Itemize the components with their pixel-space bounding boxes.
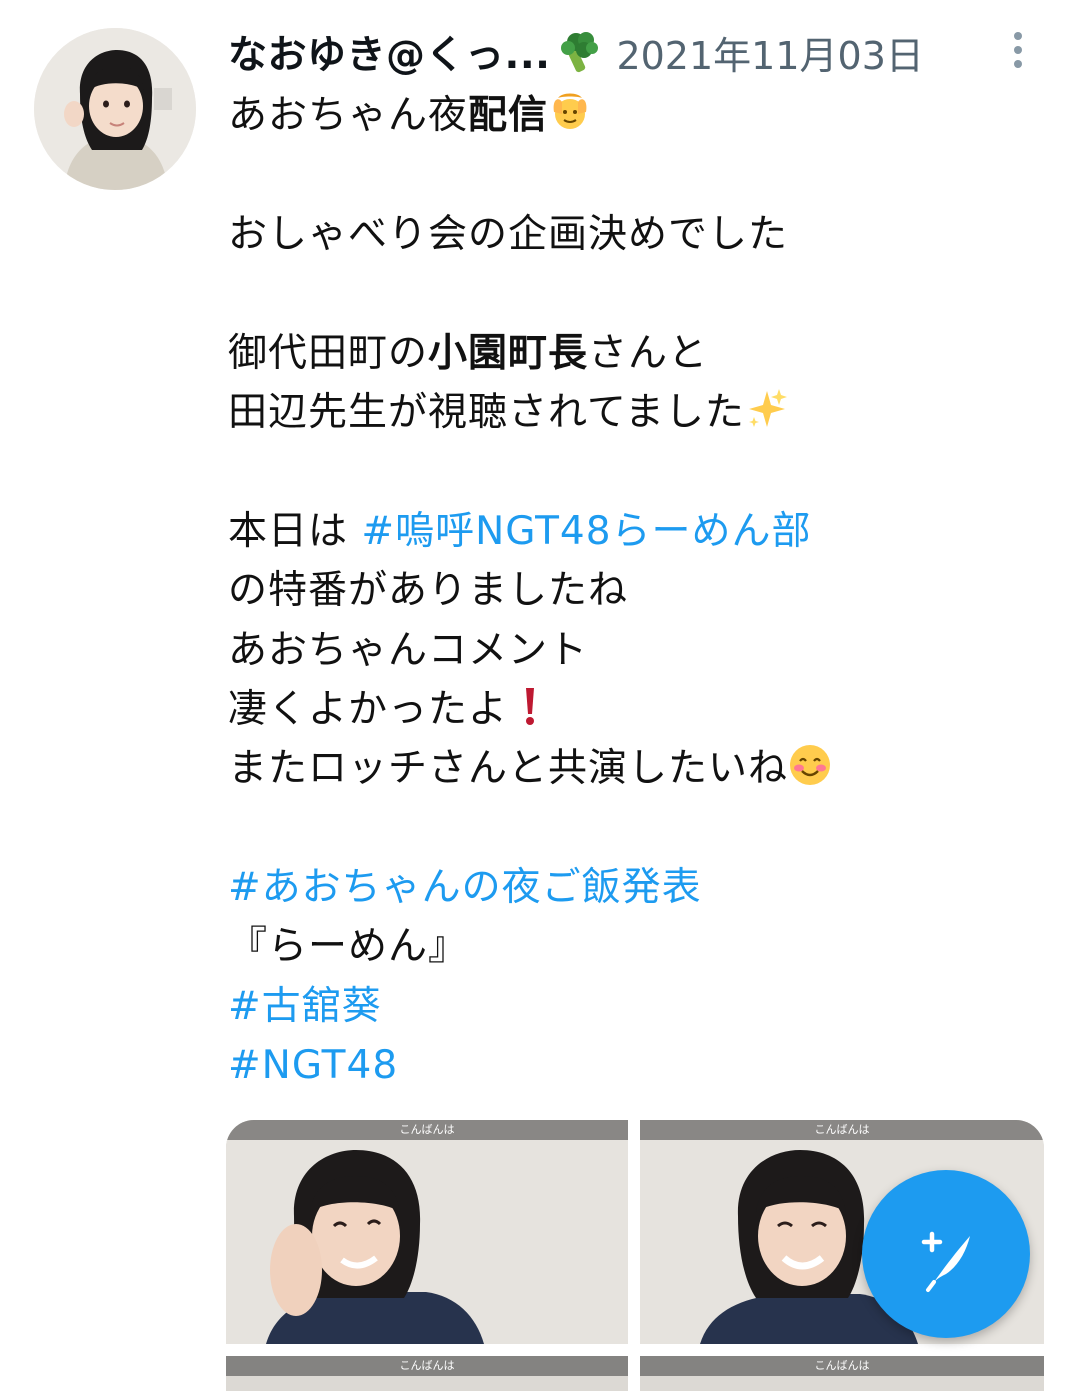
tweet-text-segment: 小園町長 [428, 330, 589, 376]
media-caption: こんばんは [640, 1120, 1044, 1140]
tweet-text: あおちゃん夜配信 おしゃべり会の企画決めでした 御代田町の小園町長さんと 田辺先生が視… [228, 86, 1028, 1096]
tweet-text-segment: またロッチさんと共演したいね [228, 746, 789, 792]
tweet-line: 『らーめん』 [228, 917, 1028, 976]
tweet-text-segment: 御代田町の [228, 330, 429, 376]
smiling-face-emoji-icon [788, 745, 832, 791]
author-name[interactable]: なおゆき@くっ... [228, 24, 550, 80]
tweet-line: またロッチさんと共演したいね [228, 739, 1028, 798]
tweet-line [228, 145, 1028, 204]
hashtag-link[interactable]: #古舘葵 [228, 984, 382, 1029]
tweet-text-segment: 本日は [228, 508, 362, 554]
compose-tweet-icon [921, 1231, 970, 1292]
tweet-text-segment: さんと [588, 330, 709, 376]
sparkles-emoji-icon [745, 388, 789, 435]
media-caption: こんばんは [640, 1356, 1044, 1376]
tweet-header: なおゆき@くっ... 2021年11月03日 [228, 24, 1018, 80]
tweet-line: おしゃべり会の企画決めでした [228, 205, 1028, 264]
avatar-photo [34, 28, 196, 190]
raising-hands-emoji-icon [548, 93, 592, 138]
avatar[interactable] [34, 28, 196, 190]
media-caption: こんばんは [226, 1120, 628, 1140]
media-photo[interactable]: こんばんは [226, 1120, 628, 1344]
media-caption: こんばんは [226, 1356, 628, 1376]
hashtag-link[interactable]: #あおちゃんの夜ご飯発表 [228, 865, 702, 910]
tweet-date[interactable]: 2021年11月03日 [616, 25, 923, 80]
tweet-text-segment: おしゃべり会の企画決めでした [228, 211, 789, 257]
tweet-line [228, 799, 1028, 858]
tweet-text-segment: 凄くよかったよ [228, 686, 509, 732]
tweet-line [228, 442, 1028, 501]
tweet-line: の特番がありましたね [228, 561, 1028, 620]
tweet-line: 田辺先生が視聴されてました [228, 383, 1028, 442]
tweet-line: 本日は #嗚呼NGT48らーめん部 [228, 502, 1028, 561]
media-photo[interactable]: こんばんは [640, 1356, 1044, 1391]
broccoli-emoji-icon [554, 28, 602, 76]
tweet-text-segment: 『らーめん』 [228, 924, 469, 970]
tweet-line: #NGT48 [228, 1036, 1028, 1095]
tweet-text-segment: あおちゃんコメント [228, 627, 589, 673]
exclamation-emoji-icon [508, 687, 552, 732]
hashtag-link[interactable]: #NGT48 [228, 1043, 398, 1088]
tweet-line: #古舘葵 [228, 977, 1028, 1036]
tweet-line: #あおちゃんの夜ご飯発表 [228, 858, 1028, 917]
compose-tweet-button[interactable] [862, 1170, 1030, 1338]
media-photo[interactable]: こんばんは [226, 1356, 628, 1391]
hashtag-link[interactable]: #嗚呼NGT48らーめん部 [361, 509, 811, 554]
tweet-text-segment: の特番がありましたね [228, 568, 629, 614]
tweet-line: 御代田町の小園町長さんと [228, 324, 1028, 383]
tweet-line: あおちゃんコメント [228, 621, 1028, 680]
tweet-text-segment: 配信 [468, 93, 549, 138]
tweet-text-segment: あおちゃん夜 [228, 93, 469, 138]
tweet-line: 凄くよかったよ [228, 680, 1028, 739]
tweet-line: あおちゃん夜配信 [228, 86, 1028, 145]
more-vertical-icon[interactable] [1005, 30, 1031, 70]
tweet-text-segment: 田辺先生が視聴されてました [228, 389, 745, 435]
tweet-line [228, 264, 1028, 323]
